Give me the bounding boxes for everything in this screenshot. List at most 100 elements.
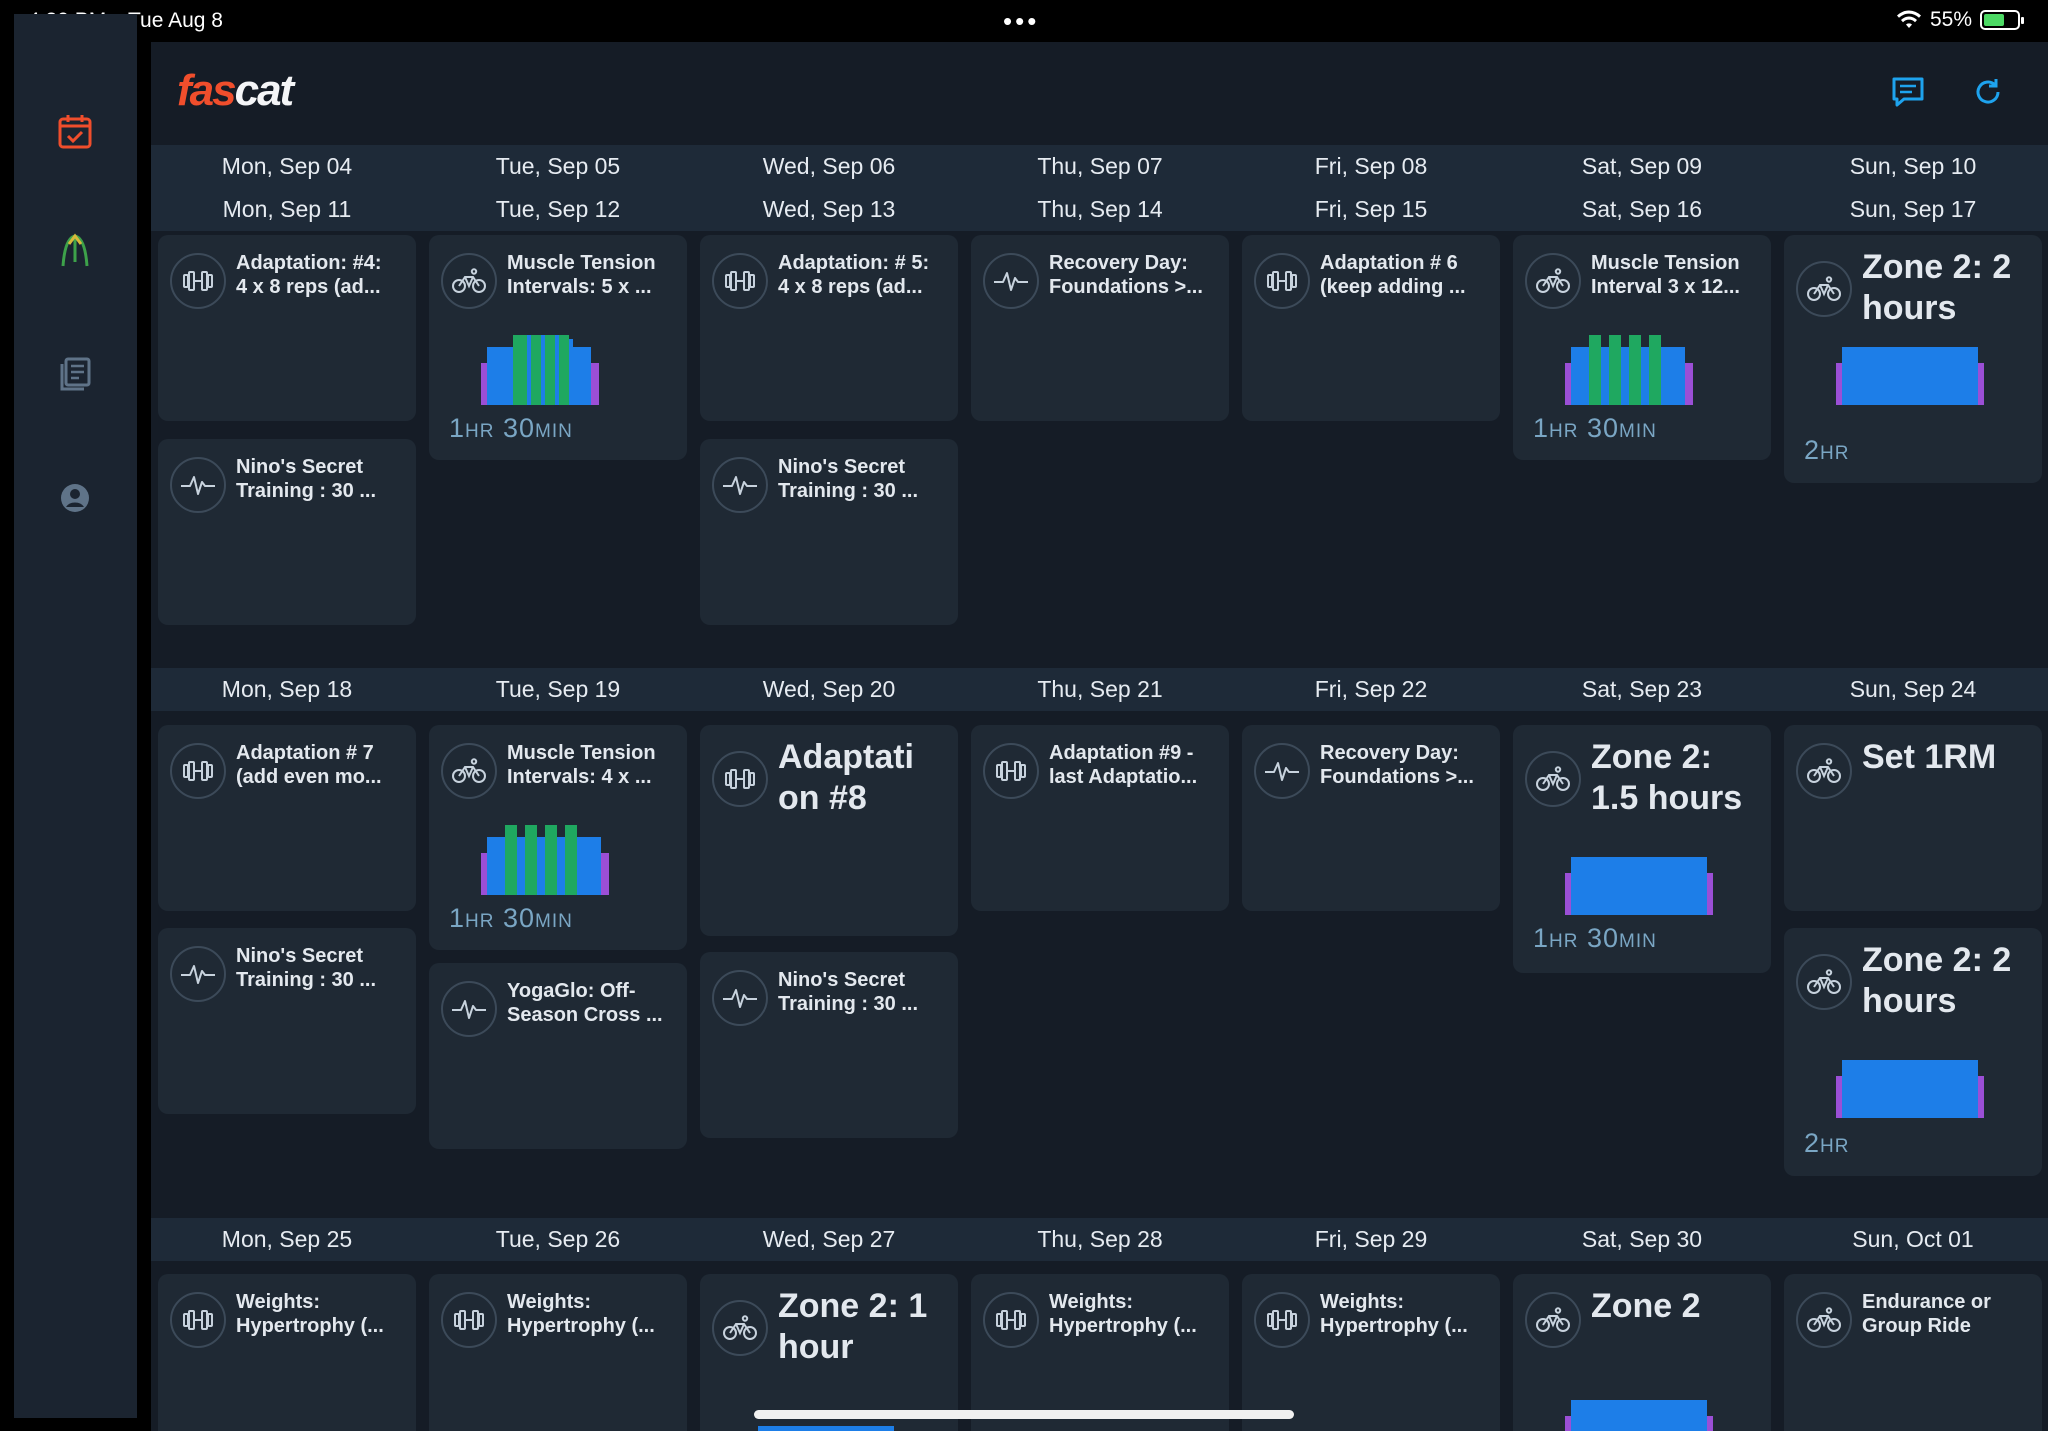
status-date: Tue Aug 8 bbox=[128, 9, 223, 32]
workout-card[interactable]: Adaptation: # 5: 4 x 8 reps (ad... bbox=[700, 235, 958, 421]
chart-bar bbox=[1571, 347, 1589, 405]
workout-card[interactable]: Zone 2: 1 hour bbox=[700, 1274, 958, 1431]
workout-card[interactable]: Weights: Hypertrophy (... bbox=[429, 1274, 687, 1431]
workout-card[interactable]: Nino's Secret Training : 30 ... bbox=[158, 928, 416, 1114]
heartbeat-icon bbox=[170, 946, 226, 1002]
refresh-icon[interactable] bbox=[1968, 72, 2008, 112]
duration-minutes-unit: MIN bbox=[535, 421, 573, 442]
workout-profile-chart bbox=[481, 825, 609, 895]
workout-card[interactable]: Zone 2: 1.5 hours 1HR 30MIN bbox=[1513, 725, 1771, 973]
workout-title: YogaGlo: Off- Season Cross ... bbox=[507, 980, 663, 1026]
workout-card[interactable]: Weights: Hypertrophy (... bbox=[971, 1274, 1229, 1431]
chart-bar bbox=[531, 335, 541, 405]
workout-card[interactable]: Endurance or Group Ride bbox=[1784, 1274, 2042, 1431]
workout-duration: 2HR bbox=[1804, 435, 1849, 466]
day-label: Fri, Sep 15 bbox=[1314, 196, 1428, 222]
dumbbell-icon bbox=[170, 743, 226, 799]
day-label: Mon, Sep 25 bbox=[221, 1226, 353, 1252]
chart-bar bbox=[1978, 363, 1984, 405]
annual-plan-icon[interactable] bbox=[55, 230, 95, 270]
day-label: Thu, Sep 28 bbox=[1037, 1226, 1163, 1252]
workout-card[interactable]: Recovery Day: Foundations >... bbox=[1242, 725, 1500, 911]
day-label: Thu, Sep 07 bbox=[1037, 153, 1163, 179]
workout-duration: 1HR 30MIN bbox=[1533, 413, 1657, 444]
bike-icon bbox=[712, 1300, 768, 1356]
week-header-row: Mon, Sep 04 Tue, Sep 05 Wed, Sep 06 Thu, Se… bbox=[151, 145, 2048, 188]
chart-bar bbox=[1571, 857, 1707, 915]
workout-card[interactable]: Adaptation # 6 (keep adding ... bbox=[1242, 235, 1500, 421]
chart-bar bbox=[758, 1426, 894, 1431]
workout-card[interactable]: Weights: Hypertrophy (... bbox=[158, 1274, 416, 1431]
workout-card[interactable]: Recovery Day: Foundations >... bbox=[971, 235, 1229, 421]
workout-title: Zone 2 bbox=[1591, 1287, 1701, 1325]
day-label: Tue, Sep 19 bbox=[495, 676, 621, 702]
bike-icon bbox=[1796, 954, 1852, 1010]
duration-hours: 1 bbox=[1533, 413, 1550, 443]
workout-title: Nino's Secret Training : 30 ... bbox=[778, 456, 919, 502]
workout-title: Recovery Day: Foundations >... bbox=[1320, 742, 1474, 788]
chart-bar bbox=[487, 347, 513, 405]
heartbeat-icon bbox=[170, 457, 226, 513]
multitask-dots-icon[interactable]: ••• bbox=[1003, 6, 1039, 37]
workout-card[interactable]: Adaptation #9 - last Adaptatio... bbox=[971, 725, 1229, 911]
duration-minutes-unit: MIN bbox=[1619, 931, 1657, 952]
chart-bar bbox=[1707, 1416, 1713, 1431]
workout-card[interactable]: Muscle Tension Interval 3 x 12... 1HR 30M… bbox=[1513, 235, 1771, 460]
bike-icon bbox=[1796, 743, 1852, 799]
workout-title: Adaptation: # 5: 4 x 8 reps (ad... bbox=[778, 252, 930, 298]
chart-bar bbox=[573, 347, 591, 405]
workout-title: Zone 2: 2 hours bbox=[1862, 248, 2012, 327]
bike-icon bbox=[441, 743, 497, 799]
calendar-icon[interactable] bbox=[55, 112, 95, 152]
chart-bar bbox=[557, 837, 565, 895]
workout-profile-chart bbox=[481, 335, 599, 405]
dumbbell-icon bbox=[1254, 1292, 1310, 1348]
workout-card[interactable]: Zone 2: 2 hours 2HR bbox=[1784, 235, 2042, 483]
fascat-logo: fascat bbox=[177, 66, 294, 115]
chart-bar bbox=[577, 837, 601, 895]
duration-minutes: 30 bbox=[1587, 923, 1620, 953]
week-header-3: Mon, Sep 25 Tue, Sep 26 Wed, Sep 27 Thu, Se… bbox=[151, 1218, 2048, 1261]
duration-minutes-unit: MIN bbox=[1619, 421, 1657, 442]
profile-icon[interactable] bbox=[55, 478, 95, 518]
wifi-icon bbox=[1896, 10, 1921, 28]
dumbbell-icon bbox=[712, 751, 768, 807]
workout-title: Set 1RM bbox=[1862, 738, 1997, 776]
day-label: Sun, Oct 01 bbox=[1852, 1226, 1974, 1252]
workout-card[interactable]: Nino's Secret Training : 30 ... bbox=[158, 439, 416, 625]
duration-hours-unit: HR bbox=[1549, 931, 1579, 952]
notes-icon[interactable] bbox=[55, 354, 95, 394]
workout-card[interactable]: Muscle Tension Intervals: 4 x ... 1HR 30M… bbox=[429, 725, 687, 950]
battery-icon bbox=[1980, 10, 2024, 30]
workout-card[interactable]: Nino's Secret Training : 30 ... bbox=[700, 952, 958, 1138]
workout-card[interactable]: Muscle Tension Intervals: 5 x ... 1HR 30M… bbox=[429, 235, 687, 460]
week-header-row: Mon, Sep 25 Tue, Sep 26 Wed, Sep 27 Thu, Se… bbox=[151, 1218, 2048, 1261]
workout-card[interactable]: Adaptation # 7 (add even mo... bbox=[158, 725, 416, 911]
workout-card[interactable]: Adaptati on #8 bbox=[700, 725, 958, 936]
day-label: Mon, Sep 11 bbox=[222, 196, 352, 222]
chart-bar bbox=[545, 335, 555, 405]
workout-card[interactable]: Zone 2 bbox=[1513, 1274, 1771, 1431]
workout-card[interactable]: YogaGlo: Off- Season Cross ... bbox=[429, 963, 687, 1149]
workout-card[interactable]: Set 1RM bbox=[1784, 725, 2042, 911]
workout-title: Zone 2: 1 hour bbox=[778, 1287, 928, 1366]
home-indicator[interactable] bbox=[754, 1410, 1294, 1419]
workout-title: Zone 2: 2 hours bbox=[1862, 941, 2012, 1020]
workout-title: Adaptation # 6 (keep adding ... bbox=[1320, 252, 1466, 298]
duration-hours-unit: HR bbox=[1549, 421, 1579, 442]
chart-bar bbox=[1685, 363, 1693, 405]
workout-title: Adaptati on #8 bbox=[778, 738, 914, 817]
chat-icon[interactable] bbox=[1888, 72, 1928, 112]
day-label: Wed, Sep 13 bbox=[762, 196, 896, 222]
workout-card[interactable]: Zone 2: 2 hours 2HR bbox=[1784, 928, 2042, 1176]
day-label: Fri, Sep 29 bbox=[1314, 1226, 1428, 1252]
chart-bar bbox=[591, 363, 599, 405]
workout-card[interactable]: Adaptation: #4: 4 x 8 reps (ad... bbox=[158, 235, 416, 421]
workout-card[interactable]: Weights: Hypertrophy (... bbox=[1242, 1274, 1500, 1431]
workout-card[interactable]: Nino's Secret Training : 30 ... bbox=[700, 439, 958, 625]
week-header-row: Mon, Sep 18 Tue, Sep 19 Wed, Sep 20 Thu, Se… bbox=[151, 668, 2048, 711]
chart-bar bbox=[1842, 1060, 1978, 1118]
day-label: Mon, Sep 04 bbox=[221, 153, 353, 179]
chart-bar bbox=[601, 853, 609, 895]
duration-hours: 1 bbox=[1533, 923, 1550, 953]
